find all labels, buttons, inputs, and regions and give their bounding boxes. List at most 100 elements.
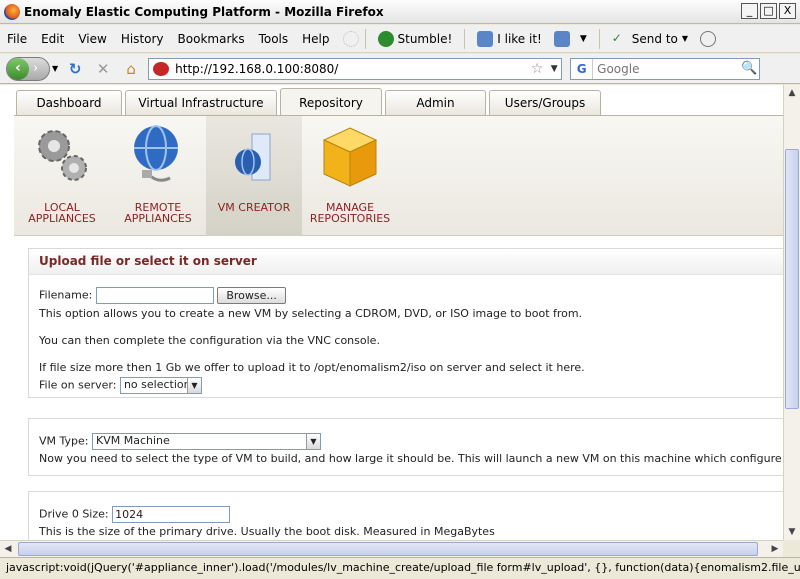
chevron-down-icon: ▼ xyxy=(579,33,587,44)
drive-size-label: Drive 0 Size: xyxy=(39,507,109,521)
drive-panel: Drive 0 Size: 1024 This is the size of t… xyxy=(28,491,783,540)
vertical-scroll-thumb[interactable] xyxy=(785,149,799,409)
remote-appliances-button[interactable]: REMOTE APPLIANCES xyxy=(110,116,206,236)
search-icon[interactable]: 🔍 xyxy=(739,61,759,76)
title-bar: Enomaly Elastic Computing Platform - Moz… xyxy=(0,0,800,24)
scrollbar-corner xyxy=(783,540,800,557)
scroll-up-icon[interactable]: ▲ xyxy=(785,86,799,100)
tab-dashboard[interactable]: Dashboard xyxy=(16,90,122,116)
menu-help[interactable]: Help xyxy=(295,32,336,46)
i-like-it-button[interactable]: I like it! xyxy=(471,30,548,47)
home-icon[interactable]: ⌂ xyxy=(120,58,142,80)
vm-type-label: VM Type: xyxy=(39,434,89,448)
chevron-down-icon: ▼ xyxy=(681,34,689,43)
upload-panel: Upload file or select it on server Filen… xyxy=(28,248,783,398)
maximize-button[interactable]: □ xyxy=(760,3,777,19)
close-button[interactable]: X xyxy=(779,3,796,19)
main-tabs: Dashboard Virtual Infrastructure Reposit… xyxy=(16,88,604,116)
history-dropdown-icon[interactable]: ▼ xyxy=(52,64,58,73)
back-forward-control: ‹ › xyxy=(6,56,50,81)
tab-repository[interactable]: Repository xyxy=(280,88,382,116)
site-favicon-icon xyxy=(153,61,170,76)
thumbs-down-button[interactable]: ▼ xyxy=(548,30,593,47)
manage-repositories-button[interactable]: MANAGE REPOSITORIES xyxy=(302,116,398,236)
thumbs-up-icon xyxy=(477,30,494,47)
scroll-right-icon[interactable]: ▶ xyxy=(768,542,782,556)
menu-bookmarks[interactable]: Bookmarks xyxy=(171,32,252,46)
page-content: Dashboard Virtual Infrastructure Reposit… xyxy=(0,85,783,540)
stumble-label: Stumble! xyxy=(397,31,453,46)
separator xyxy=(364,28,366,49)
speech-bubble-icon xyxy=(700,30,717,47)
manage-repositories-label: MANAGE REPOSITORIES xyxy=(309,201,391,225)
speech-bubble-button[interactable] xyxy=(694,30,722,47)
upload-description-3: If file size more then 1 Gb we offer to … xyxy=(39,361,585,374)
vm-type-description: Now you need to select the type of VM to… xyxy=(39,452,783,465)
menu-tools[interactable]: Tools xyxy=(252,32,296,46)
address-bar[interactable]: http://192.168.0.100:8080/ ☆ ▼ xyxy=(148,57,563,80)
url-text[interactable]: http://192.168.0.100:8080/ xyxy=(175,62,527,76)
stop-icon[interactable]: ✕ xyxy=(92,58,114,80)
filename-label: Filename: xyxy=(39,288,93,302)
send-to-button[interactable]: ✓ Send to ▼ xyxy=(606,31,694,47)
vertical-scrollbar[interactable]: ▲ ▼ xyxy=(783,85,800,540)
back-arrow-icon[interactable]: ‹ xyxy=(7,57,29,80)
menu-edit[interactable]: Edit xyxy=(34,32,71,46)
checkmark-icon: ✓ xyxy=(611,30,622,45)
stumbleupon-icon xyxy=(377,30,394,47)
repository-toolbar: LOCAL APPLIANCES REMOTE APPLIANCES VM CR… xyxy=(14,116,783,236)
drive-size-input[interactable]: 1024 xyxy=(112,506,231,523)
menu-bar: File Edit View History Bookmarks Tools H… xyxy=(0,25,800,53)
chevron-down-icon[interactable]: ▼ xyxy=(547,64,561,74)
minimize-button[interactable]: _ xyxy=(741,3,758,19)
file-on-server-label: File on server: xyxy=(39,378,117,392)
horizontal-scrollbar[interactable]: ◀ ▶ xyxy=(0,540,783,557)
i-like-it-label: I like it! xyxy=(497,31,542,46)
remote-appliances-label: REMOTE APPLIANCES xyxy=(124,201,192,225)
upload-description-1: This option allows you to create a new V… xyxy=(39,307,583,320)
menu-file[interactable]: File xyxy=(0,32,34,46)
drive-size-row: Drive 0 Size: 1024 xyxy=(39,506,231,523)
scroll-left-icon[interactable]: ◀ xyxy=(1,542,15,556)
horizontal-scroll-thumb[interactable] xyxy=(18,542,758,556)
browse-button[interactable]: Browse... xyxy=(217,287,286,304)
scroll-down-icon[interactable]: ▼ xyxy=(785,525,799,539)
box-icon xyxy=(322,127,378,187)
gears-icon xyxy=(38,130,87,181)
window-controls: _ □ X xyxy=(741,3,796,19)
throbber-icon xyxy=(342,30,359,47)
vm-type-row: VM Type: KVM Machine ▼ xyxy=(39,433,321,450)
file-on-server-value: no selection xyxy=(123,378,191,391)
menu-view[interactable]: View xyxy=(71,32,113,46)
local-appliances-label: LOCAL APPLIANCES xyxy=(28,201,96,225)
chevron-down-icon[interactable]: ▼ xyxy=(186,378,201,393)
tab-users-groups[interactable]: Users/Groups xyxy=(489,90,601,116)
menu-history[interactable]: History xyxy=(114,32,171,46)
upload-panel-title: Upload file or select it on server xyxy=(29,249,783,275)
chevron-down-icon[interactable]: ▼ xyxy=(305,434,320,449)
forward-arrow-icon[interactable]: › xyxy=(33,61,38,76)
vm-type-select[interactable]: KVM Machine ▼ xyxy=(91,433,321,450)
vm-creator-button[interactable]: VM CREATOR xyxy=(206,116,302,236)
filename-input[interactable] xyxy=(95,287,214,304)
reload-icon[interactable]: ↻ xyxy=(64,58,86,80)
window-title: Enomaly Elastic Computing Platform - Moz… xyxy=(24,4,384,19)
search-box[interactable]: G 🔍 xyxy=(570,57,761,80)
tab-admin[interactable]: Admin xyxy=(385,90,486,116)
search-input[interactable] xyxy=(593,60,740,77)
status-bar: javascript:void(jQuery('#appliance_inner… xyxy=(0,557,800,579)
bookmark-star-icon[interactable]: ☆ xyxy=(527,61,547,77)
filename-row: Filename: Browse... xyxy=(39,287,286,304)
separator xyxy=(464,28,466,49)
file-on-server-select[interactable]: no selection ▼ xyxy=(119,377,202,394)
vm-type-panel: VM Type: KVM Machine ▼ Now you need to s… xyxy=(28,418,783,476)
thumbs-down-icon xyxy=(553,30,570,47)
upload-description-2: You can then complete the configuration … xyxy=(39,334,380,347)
firefox-icon xyxy=(4,3,20,20)
tab-virtual-infrastructure[interactable]: Virtual Infrastructure xyxy=(125,90,277,116)
google-icon[interactable]: G xyxy=(571,58,594,79)
local-appliances-button[interactable]: LOCAL APPLIANCES xyxy=(14,116,110,236)
globe-network-icon xyxy=(134,125,178,182)
drive-size-description: This is the size of the primary drive. U… xyxy=(39,525,495,538)
stumble-button[interactable]: Stumble! xyxy=(372,30,459,47)
